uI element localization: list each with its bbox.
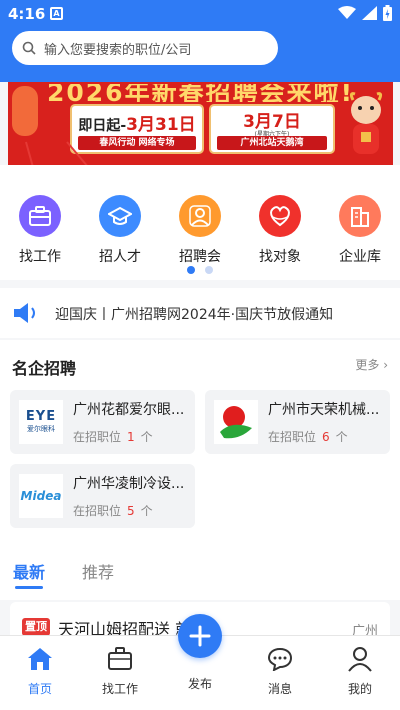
signal-icon bbox=[362, 6, 377, 20]
pager-dot-active[interactable] bbox=[187, 266, 195, 274]
pager-dot[interactable] bbox=[205, 266, 213, 274]
quick-label: 企业库 bbox=[339, 249, 381, 265]
feed-tabs: 最新 推荐 bbox=[0, 540, 400, 600]
chat-bubble-icon bbox=[240, 644, 320, 674]
pinned-badge: 置顶 bbox=[22, 618, 50, 636]
search-input[interactable]: 输入您要搜索的职位/公司 bbox=[12, 31, 278, 65]
quick-label: 招人才 bbox=[99, 249, 141, 265]
status-time: 4:16 bbox=[8, 5, 46, 23]
heart-hands-icon bbox=[259, 195, 301, 237]
job-count: 5 bbox=[127, 504, 135, 518]
search-placeholder: 输入您要搜索的职位/公司 bbox=[44, 42, 192, 58]
header: 4:16 A 输入您要搜索的职位/公司 bbox=[0, 0, 400, 82]
briefcase-icon bbox=[19, 195, 61, 237]
quick-entries: 找工作 招人才 招聘会 找对象 企业库 bbox=[0, 165, 400, 280]
quick-label: 招聘会 bbox=[179, 249, 221, 265]
nav-messages[interactable]: 消息 bbox=[240, 644, 320, 697]
nav-label: 消息 bbox=[267, 682, 292, 696]
quick-find-partner[interactable]: 找对象 bbox=[240, 195, 320, 266]
company-card[interactable]: Midea 广州华凌制冷设... 在招职位 5 个 bbox=[10, 464, 195, 528]
notice-text: 迎国庆丨广州招聘网2024年·国庆节放假通知 bbox=[55, 307, 334, 323]
notification-icon: A bbox=[50, 7, 63, 20]
company-meta: 在招职位 5 个 bbox=[73, 504, 153, 518]
quick-job-fair[interactable]: 招聘会 bbox=[160, 195, 240, 266]
section-title: 名企招聘 bbox=[12, 359, 77, 378]
tab-underline bbox=[15, 586, 43, 589]
nav-home[interactable]: 首页 bbox=[0, 644, 80, 697]
tab-recommend[interactable]: 推荐 bbox=[82, 559, 114, 583]
job-count: 6 bbox=[322, 430, 330, 444]
graduation-cap-icon bbox=[99, 195, 141, 237]
company-logo: EYE 爱尔眼科 bbox=[19, 400, 63, 444]
speaker-icon bbox=[14, 303, 35, 323]
tab-latest[interactable]: 最新 bbox=[13, 559, 45, 583]
quick-find-job[interactable]: 找工作 bbox=[0, 195, 80, 266]
company-meta: 在招职位 6 个 bbox=[268, 430, 348, 444]
banner-card-onsite: 3月7日 (星期六下午) 广州北站天鹅湾 bbox=[209, 104, 335, 154]
famous-companies-section: 名企招聘 更多 › EYE 爱尔眼科 广州花都爱尔眼... 在招职位 1 个 广州市… bbox=[0, 340, 400, 540]
nav-jobs[interactable]: 找工作 bbox=[80, 644, 160, 697]
ox-mascot-decoration bbox=[349, 92, 383, 154]
search-icon bbox=[22, 41, 36, 55]
company-card[interactable]: 广州市天荣机械... 在招职位 6 个 bbox=[205, 390, 390, 454]
banner-title: 2026年新春招聘会来啦! bbox=[47, 84, 354, 102]
plus-icon bbox=[189, 625, 211, 647]
banner-card1-prefix: 即日起- bbox=[78, 118, 127, 134]
quick-company-library[interactable]: 企业库 bbox=[320, 195, 400, 266]
notice-bar[interactable]: 迎国庆丨广州招聘网2024年·国庆节放假通知 bbox=[0, 288, 400, 338]
company-name: 广州华凌制冷设... bbox=[73, 476, 185, 492]
banner-card1-date: 3月31日 bbox=[126, 115, 196, 135]
nav-label: 我的 bbox=[347, 682, 372, 696]
banner-card2-tag: 广州北站天鹅湾 bbox=[217, 136, 327, 150]
briefcase-icon bbox=[80, 644, 160, 674]
status-bar: 4:16 A bbox=[0, 0, 400, 28]
nav-mine[interactable]: 我的 bbox=[320, 644, 400, 697]
user-icon bbox=[320, 644, 400, 674]
wifi-icon bbox=[338, 6, 356, 19]
company-name: 广州花都爱尔眼... bbox=[73, 402, 185, 418]
nav-label: 找工作 bbox=[101, 682, 138, 696]
quick-find-talent[interactable]: 招人才 bbox=[80, 195, 160, 266]
company-logo: Midea bbox=[19, 474, 63, 518]
system-icons bbox=[338, 5, 392, 21]
publish-label: 发布 bbox=[187, 677, 212, 691]
company-logo bbox=[214, 400, 258, 444]
quick-label: 找工作 bbox=[19, 249, 61, 265]
battery-icon bbox=[383, 5, 392, 21]
job-count: 1 bbox=[127, 430, 135, 444]
more-link[interactable]: 更多 › bbox=[355, 356, 388, 373]
nav-label: 首页 bbox=[27, 682, 52, 696]
building-icon bbox=[339, 195, 381, 237]
quick-label: 找对象 bbox=[259, 249, 301, 265]
company-card[interactable]: EYE 爱尔眼科 广州花都爱尔眼... 在招职位 1 个 bbox=[10, 390, 195, 454]
company-meta: 在招职位 1 个 bbox=[73, 430, 153, 444]
home-icon bbox=[0, 644, 80, 674]
lantern-decoration bbox=[12, 86, 38, 136]
publish-button[interactable] bbox=[178, 614, 222, 658]
company-name: 广州市天荣机械... bbox=[268, 402, 380, 418]
presenter-icon bbox=[179, 195, 221, 237]
